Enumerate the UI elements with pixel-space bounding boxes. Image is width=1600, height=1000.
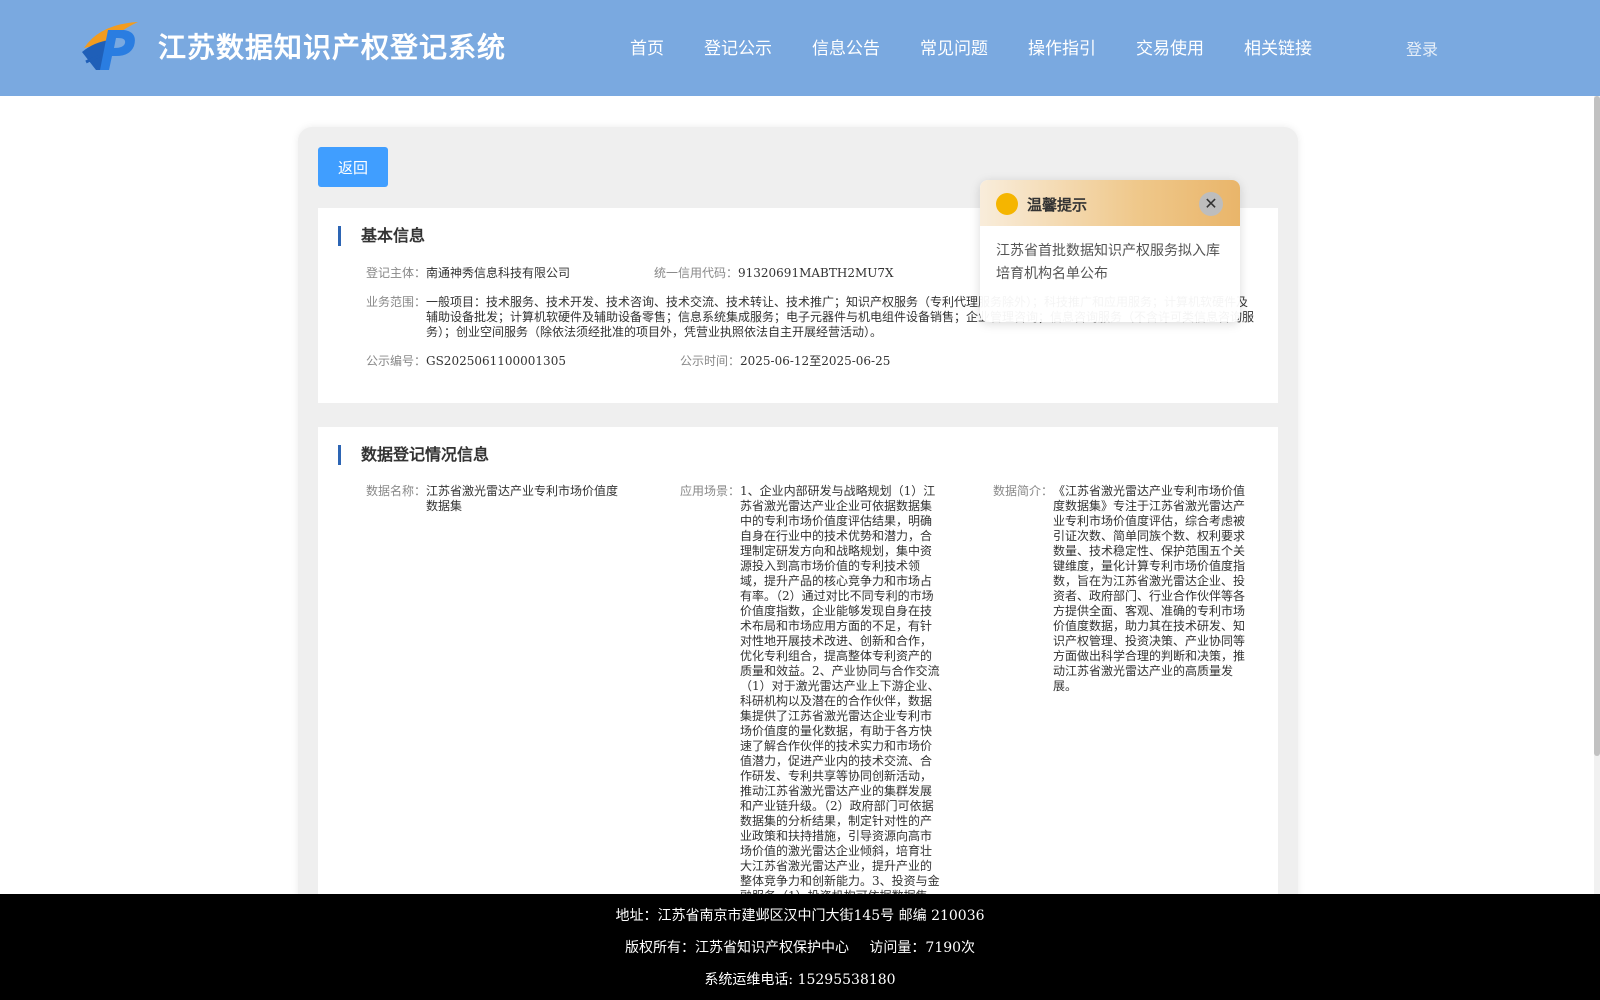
nav-trading[interactable]: 交易使用 — [1116, 34, 1224, 59]
main-nav: 首页 登记公示 信息公告 常见问题 操作指引 交易使用 相关链接 — [610, 34, 1332, 59]
footer-copyright: 版权所有：江苏省知识产权保护中心 — [624, 940, 849, 956]
page-scrollbar[interactable] — [1594, 96, 1600, 894]
data-intro-label: 数据简介： — [993, 484, 1054, 498]
credit-code-value: 91320691MABTH2MU7X — [738, 266, 894, 280]
footer-phone: 系统运维电话: 15295538180 — [704, 972, 896, 988]
publicity-number-label: 公示编号： — [366, 354, 427, 368]
footer-visits: 访问量：7190次 — [869, 940, 976, 956]
business-scope-label: 业务范围： — [366, 295, 427, 309]
nav-links[interactable]: 相关链接 — [1224, 34, 1332, 59]
publicity-time-value: 2025-06-12至2025-06-25 — [740, 354, 891, 368]
data-name-value: 江苏省激光雷达产业专利市场价值度数据集 — [426, 484, 619, 513]
close-icon[interactable]: ✕ — [1199, 192, 1223, 216]
nav-guide[interactable]: 操作指引 — [1008, 34, 1116, 59]
application-scene-label: 应用场景： — [680, 484, 741, 498]
application-scene-value: 1、企业内部研发与战略规划（1）江苏省激光雷达产业企业可依据数据集中的专利市场价… — [740, 484, 940, 903]
publicity-number-value: GS2025061100001305 — [426, 354, 566, 368]
nav-home[interactable]: 首页 — [610, 34, 684, 59]
notice-popup-header: 温馨提示 ✕ — [980, 180, 1240, 226]
site-footer: 地址：江苏省南京市建邺区汉中门大街145号 邮编 210036 版权所有：江苏省… — [0, 894, 1600, 1000]
notice-popup-title: 温馨提示 — [1027, 196, 1088, 214]
data-intro-value: 《江苏省激光雷达产业专利市场价值度数据集》专注于江苏省激光雷达产业专利市场价值度… — [1053, 484, 1246, 693]
footer-address: 地址：江苏省南京市建邺区汉中门大街145号 邮编 210036 — [615, 908, 985, 924]
nav-registration-publicity[interactable]: 登记公示 — [684, 34, 792, 59]
notice-popup-message[interactable]: 江苏省首批数据知识产权服务拟入库培育机构名单公布 — [996, 240, 1226, 286]
nav-announcements[interactable]: 信息公告 — [792, 34, 900, 59]
data-name-label: 数据名称： — [366, 484, 427, 498]
site-title: 江苏数据知识产权登记系统 — [158, 31, 507, 64]
scrollbar-thumb[interactable] — [1594, 96, 1600, 756]
subject-label: 登记主体： — [366, 266, 427, 280]
data-registration-title: 数据登记情况信息 — [338, 445, 489, 465]
site-logo-icon[interactable] — [80, 18, 142, 72]
publicity-time-label: 公示时间： — [680, 354, 741, 368]
subject-value: 南通神秀信息科技有限公司 — [426, 266, 571, 280]
bulb-icon — [996, 193, 1018, 215]
nav-faq[interactable]: 常见问题 — [900, 34, 1008, 59]
credit-code-label: 统一信用代码： — [654, 266, 739, 280]
basic-info-title: 基本信息 — [338, 226, 425, 246]
back-button[interactable]: 返回 — [318, 147, 388, 187]
notice-popup[interactable]: 温馨提示 ✕ 江苏省首批数据知识产权服务拟入库培育机构名单公布 — [980, 180, 1240, 322]
site-header: 江苏数据知识产权登记系统 首页 登记公示 信息公告 常见问题 操作指引 交易使用… — [0, 0, 1600, 96]
login-link[interactable]: 登录 — [1406, 36, 1438, 60]
data-registration-section: 数据登记情况信息 数据名称： 江苏省激光雷达产业专利市场价值度数据集 应用场景：… — [318, 427, 1278, 907]
footer-copyright-row: 版权所有：江苏省知识产权保护中心 访问量：7190次 — [0, 937, 1600, 957]
